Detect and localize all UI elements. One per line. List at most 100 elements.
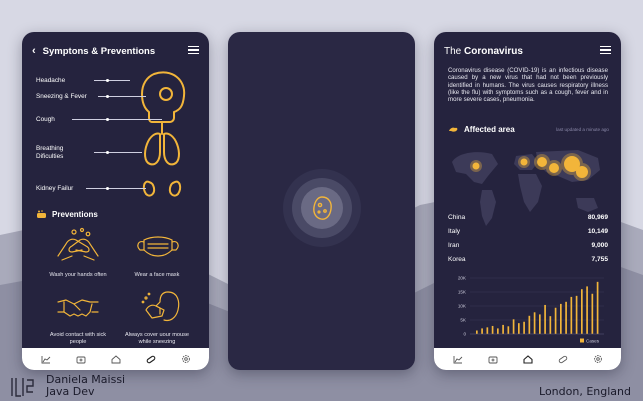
chart-bar bbox=[570, 296, 573, 334]
country-row: Korea 7,755 bbox=[448, 256, 608, 263]
country-row: Iran 9,000 bbox=[448, 242, 608, 249]
country-row: China 80,969 bbox=[448, 214, 608, 221]
symptom-line bbox=[94, 80, 130, 81]
country-name: Iran bbox=[448, 242, 460, 249]
pill-icon[interactable] bbox=[145, 353, 157, 365]
country-value: 7,755 bbox=[591, 256, 608, 263]
medkit-icon[interactable] bbox=[487, 353, 499, 365]
chart-bar bbox=[539, 314, 541, 334]
prevention-wash-hands: Wash your hands often bbox=[49, 272, 107, 278]
chart-bar bbox=[502, 324, 504, 334]
chart-bar bbox=[512, 319, 515, 334]
chart-bar bbox=[491, 325, 494, 334]
chart-bar bbox=[507, 326, 510, 334]
menu-icon[interactable] bbox=[188, 46, 199, 55]
country-value: 9,000 bbox=[591, 242, 608, 249]
symptom-dot bbox=[106, 78, 109, 82]
country-name: Italy bbox=[448, 228, 461, 235]
symptom-dot bbox=[106, 94, 109, 98]
chart-bar bbox=[554, 307, 557, 334]
home-icon[interactable] bbox=[110, 353, 122, 365]
pill-icon[interactable] bbox=[557, 353, 569, 365]
cases-bar-chart: 20K 15K 10K 5K 0 Cases bbox=[458, 276, 604, 344]
prevention-avoid-contact: Avoid contact with sick people bbox=[49, 332, 107, 345]
title-prefix: The bbox=[444, 45, 465, 57]
country-value: 80,969 bbox=[587, 214, 608, 221]
symptom-line bbox=[72, 119, 162, 120]
symptom-cough: Cough bbox=[36, 116, 55, 123]
chart-bar bbox=[486, 327, 489, 334]
preventions-title: Preventions bbox=[36, 210, 98, 219]
chart-icon[interactable] bbox=[452, 353, 464, 365]
chart-icon[interactable] bbox=[40, 353, 52, 365]
face-mask-icon bbox=[137, 236, 179, 257]
author-location: London, England bbox=[539, 385, 631, 398]
chart-bar bbox=[575, 295, 578, 334]
sneeze-cover-icon bbox=[141, 291, 180, 322]
author-role: Java Dev bbox=[46, 385, 95, 398]
home-icon[interactable] bbox=[522, 353, 534, 365]
title-bold: Coronavirus bbox=[464, 45, 523, 57]
prevention-face-mask: Wear a face mask bbox=[134, 272, 180, 278]
symptom-line bbox=[86, 188, 146, 189]
y-tick-label: 10K bbox=[458, 304, 467, 309]
last-updated-text: last updated a minute ago bbox=[556, 127, 609, 132]
country-value: 10,149 bbox=[587, 228, 608, 235]
body-figure-illustration bbox=[141, 71, 186, 197]
soap-icon bbox=[37, 210, 46, 218]
chart-bar bbox=[528, 315, 531, 334]
intro-paragraph: Coronavirus disease (COVID-19) is an inf… bbox=[448, 67, 608, 104]
handshake-icon bbox=[57, 299, 99, 317]
medkit-icon[interactable] bbox=[75, 353, 87, 365]
coronavirus-screen: The Coronavirus Coronavirus disease (COV… bbox=[434, 32, 621, 370]
legend-label: Cases bbox=[586, 339, 600, 344]
y-tick-label: 15K bbox=[458, 290, 467, 295]
country-name: Korea bbox=[448, 256, 466, 263]
chart-bar bbox=[586, 286, 588, 334]
settings-icon[interactable] bbox=[592, 353, 604, 365]
chart-bar bbox=[549, 316, 552, 334]
chart-bar bbox=[497, 328, 499, 334]
affected-area-title: Affected area bbox=[448, 125, 515, 134]
bottom-tab-bar bbox=[22, 348, 209, 370]
coronavirus-header: The Coronavirus bbox=[444, 44, 611, 58]
symptoms-screen: ‹ Symptons & Preventions Headache Sneezi… bbox=[22, 32, 209, 370]
settings-icon[interactable] bbox=[180, 353, 192, 365]
chart-bar bbox=[591, 293, 594, 334]
menu-icon[interactable] bbox=[600, 46, 611, 55]
symptoms-header: ‹ Symptons & Preventions bbox=[32, 44, 199, 58]
symptom-dot bbox=[106, 117, 109, 121]
chart-bar bbox=[533, 312, 536, 334]
symptoms-title: Symptons & Preventions bbox=[42, 45, 156, 57]
bottom-tab-bar bbox=[434, 348, 621, 370]
symptom-kidney: Kidney Failur bbox=[36, 185, 74, 192]
y-tick-label: 5K bbox=[460, 318, 467, 323]
chart-bar bbox=[581, 289, 583, 334]
logo-mark bbox=[11, 378, 34, 397]
chart-bar bbox=[560, 303, 562, 334]
prevention-cover-sneeze: Always cover uour mouse while sneezing bbox=[124, 332, 190, 345]
wash-hands-icon bbox=[57, 227, 99, 261]
y-tick-label: 20K bbox=[458, 276, 467, 281]
chart-bar bbox=[596, 281, 599, 334]
chart-bar bbox=[476, 330, 478, 334]
chart-bar bbox=[565, 301, 567, 334]
back-arrow-icon[interactable]: ‹ bbox=[32, 45, 36, 57]
chart-bar bbox=[523, 321, 525, 334]
symptom-line bbox=[94, 152, 142, 153]
country-name: China bbox=[448, 214, 466, 221]
splash-screen bbox=[228, 32, 415, 370]
symptom-headache: Headache bbox=[36, 77, 66, 84]
symptom-dot bbox=[106, 186, 109, 190]
symptom-sneezing: Sneezing & Fever bbox=[36, 93, 87, 100]
virus-icon bbox=[313, 196, 332, 220]
chart-bar bbox=[518, 323, 520, 334]
chart-bar bbox=[481, 328, 483, 334]
chart-bar bbox=[544, 304, 546, 334]
y-tick-label: 0 bbox=[463, 332, 466, 337]
symptom-breathing: Breathing Dificulties bbox=[36, 145, 64, 160]
legend-swatch bbox=[580, 338, 584, 343]
symptom-dot bbox=[106, 150, 109, 154]
country-row: Italy 10,149 bbox=[448, 228, 608, 235]
globe-icon bbox=[449, 127, 458, 132]
